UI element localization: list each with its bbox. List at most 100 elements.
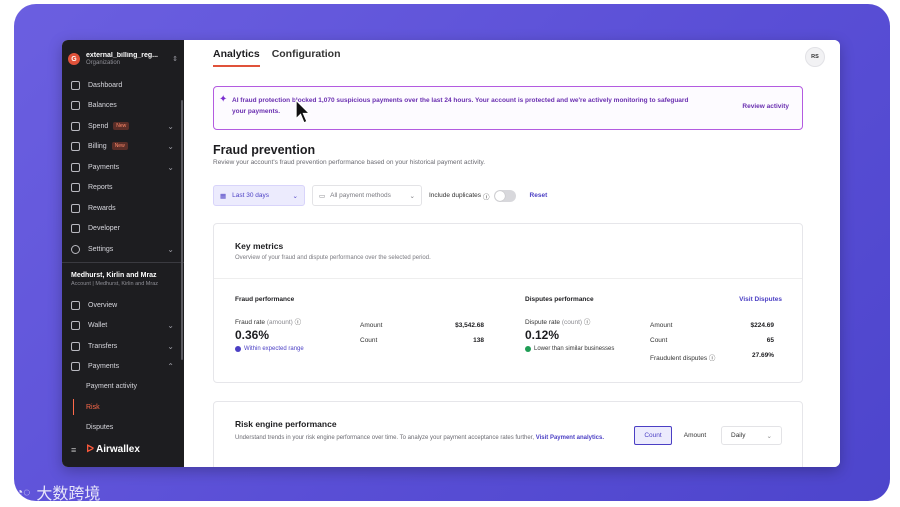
sidebar-item-dashboard[interactable]: Dashboard bbox=[62, 75, 184, 95]
sidebar-item-label: Dashboard bbox=[88, 81, 123, 89]
dispute-amount-label: Amount bbox=[650, 322, 673, 329]
dispute-count-label: Count bbox=[650, 337, 668, 344]
sidebar-item-settings[interactable]: Settings ⌄ bbox=[62, 239, 184, 259]
gift-icon bbox=[71, 203, 80, 213]
include-duplicates: Include duplicates ⓘ bbox=[429, 189, 516, 202]
info-icon[interactable]: ⓘ bbox=[709, 355, 716, 362]
info-icon[interactable]: ⓘ bbox=[584, 319, 591, 326]
sidebar-item-label: Transfers bbox=[88, 342, 118, 350]
chevron-down-icon: ⌄ bbox=[167, 121, 174, 131]
sidebar-footer: ≡ ᐅ Airwallex bbox=[71, 444, 140, 455]
sidebar-item-billing[interactable]: Billing New ⌄ bbox=[62, 136, 184, 156]
sidebar-item-spend[interactable]: Spend New ⌄ bbox=[62, 116, 184, 136]
fraud-note-text: Within expected range bbox=[244, 346, 304, 352]
sidebar-item-rewards[interactable]: Rewards bbox=[62, 198, 184, 218]
sidebar-item-overview[interactable]: Overview bbox=[62, 295, 184, 315]
date-range-select[interactable]: ▦ Last 30 days ⌄ bbox=[213, 185, 305, 206]
sidebar-item-label: Overview bbox=[88, 301, 118, 309]
amount-toggle[interactable]: Amount bbox=[675, 426, 715, 445]
sidebar-item-developer[interactable]: Developer bbox=[62, 218, 184, 238]
sidebar-item-label: Billing bbox=[88, 142, 107, 150]
sidebar-item-balances[interactable]: Balances bbox=[62, 95, 184, 115]
tab-analytics[interactable]: Analytics bbox=[213, 48, 260, 67]
fraud-count-label: Count bbox=[360, 337, 378, 344]
key-metrics-subtitle: Overview of your fraud and dispute perfo… bbox=[235, 255, 431, 261]
org-switcher[interactable]: G external_billing_reg... Organization ⇕ bbox=[68, 48, 178, 70]
risk-engine-title: Risk engine performance bbox=[235, 419, 337, 429]
chevron-down-icon: ⌄ bbox=[167, 141, 174, 151]
sidebar-subitem-disputes[interactable]: Disputes bbox=[86, 424, 113, 431]
review-activity-link[interactable]: Review activity bbox=[742, 103, 789, 110]
page-title: Fraud prevention bbox=[213, 143, 316, 157]
new-badge: New bbox=[111, 142, 128, 150]
chevron-updown-icon: ⇕ bbox=[172, 56, 178, 63]
sidebar-item-reports[interactable]: Reports bbox=[62, 177, 184, 197]
payment-methods-select[interactable]: ▭ All payment methods ⌄ bbox=[312, 185, 422, 206]
payment-analytics-link[interactable]: Payment analytics. bbox=[550, 435, 604, 441]
menu-icon[interactable]: ≡ bbox=[71, 445, 76, 455]
sidebar-scrollbar[interactable] bbox=[181, 100, 183, 360]
sidebar: G external_billing_reg... Organization ⇕… bbox=[62, 40, 184, 467]
sidebar-item-label: Wallet bbox=[88, 321, 108, 329]
document-icon bbox=[71, 141, 80, 151]
granularity-select[interactable]: Daily ⌄ bbox=[721, 426, 782, 445]
fraudulent-disputes-value: 27.69% bbox=[751, 352, 774, 359]
watermark: ◔◌ 大数跨境 bbox=[16, 480, 100, 504]
chevron-down-icon: ⌄ bbox=[167, 162, 174, 172]
dispute-amount-value: $224.69 bbox=[750, 322, 775, 329]
sidebar-item-label: Spend bbox=[88, 122, 109, 130]
sidebar-subitem-risk[interactable]: Risk bbox=[86, 404, 100, 411]
wallet-icon bbox=[71, 320, 80, 330]
transfer-icon bbox=[71, 341, 80, 351]
fraud-rate-note: Within expected range bbox=[235, 346, 304, 352]
payment-methods-value: All payment methods bbox=[330, 192, 391, 199]
fraudulent-disputes-label: Fraudulent disputes ⓘ bbox=[650, 352, 715, 362]
sidebar-item-label: Settings bbox=[88, 245, 114, 253]
tab-bar: Analytics Configuration bbox=[213, 48, 341, 67]
chevron-down-icon: ⌄ bbox=[167, 244, 174, 254]
watermark-logo-icon: ◔◌ bbox=[16, 485, 31, 499]
disputes-performance-title: Disputes performance bbox=[525, 296, 594, 303]
count-toggle[interactable]: Count bbox=[634, 426, 672, 445]
fraud-rate-value: 0.36% bbox=[235, 328, 270, 342]
visit-disputes-link[interactable]: Visit Disputes bbox=[739, 296, 782, 303]
dispute-note-text: Lower than similar businesses bbox=[534, 346, 615, 352]
fraud-amount-label: Amount bbox=[360, 322, 383, 329]
app-window: G external_billing_reg... Organization ⇕… bbox=[62, 40, 840, 467]
tab-configuration[interactable]: Configuration bbox=[272, 48, 341, 67]
sidebar-divider bbox=[62, 262, 184, 263]
fraud-performance-title: Fraud performance bbox=[235, 296, 295, 303]
chevron-up-icon: ⌃ bbox=[167, 361, 174, 371]
sidebar-item-label: Payments bbox=[88, 163, 120, 171]
account-name: Medhurst, Kirlin and Mraz bbox=[71, 272, 157, 279]
fraud-amount-value: $3,542.68 bbox=[455, 322, 484, 329]
key-metrics-card: Key metrics Overview of your fraud and d… bbox=[213, 223, 803, 383]
calendar-icon: ▦ bbox=[220, 192, 227, 200]
monitor-icon bbox=[71, 223, 80, 233]
granularity-value: Daily bbox=[731, 432, 746, 439]
reset-button[interactable]: Reset bbox=[530, 192, 548, 199]
sidebar-item-account-payments[interactable]: Payments ⌃ bbox=[62, 356, 184, 376]
fraud-rate-unit: (amount) bbox=[266, 319, 293, 326]
sidebar-item-payments[interactable]: Payments ⌄ bbox=[62, 157, 184, 177]
sidebar-item-wallet[interactable]: Wallet ⌄ bbox=[62, 315, 184, 335]
account-sub: Account | Medhurst, Kirlin and Mraz bbox=[71, 280, 159, 287]
risk-engine-subtitle: Understand trends in your risk engine pe… bbox=[235, 433, 620, 444]
sidebar-item-transfers[interactable]: Transfers ⌄ bbox=[62, 336, 184, 356]
airwallex-logo: ᐅ Airwallex bbox=[86, 444, 140, 455]
info-icon[interactable]: ⓘ bbox=[483, 191, 490, 201]
account-header[interactable]: Medhurst, Kirlin and Mraz Account | Medh… bbox=[71, 272, 158, 288]
cart-icon bbox=[71, 361, 80, 371]
include-duplicates-toggle[interactable] bbox=[493, 189, 516, 202]
info-icon[interactable]: ⓘ bbox=[295, 319, 302, 326]
card-icon bbox=[71, 121, 80, 131]
avatar[interactable]: RS bbox=[805, 47, 825, 67]
card-divider bbox=[214, 278, 802, 279]
sidebar-item-label: Payments bbox=[88, 362, 120, 370]
watermark-text: 大数跨境 bbox=[36, 486, 101, 503]
fraud-rate-label-text: Fraud rate bbox=[235, 319, 265, 326]
fraud-count-value: 138 bbox=[473, 337, 484, 344]
sidebar-item-label: Developer bbox=[88, 224, 120, 232]
sidebar-subitem-payment-activity[interactable]: Payment activity bbox=[86, 383, 137, 390]
dispute-rate-unit: (count) bbox=[561, 319, 583, 326]
